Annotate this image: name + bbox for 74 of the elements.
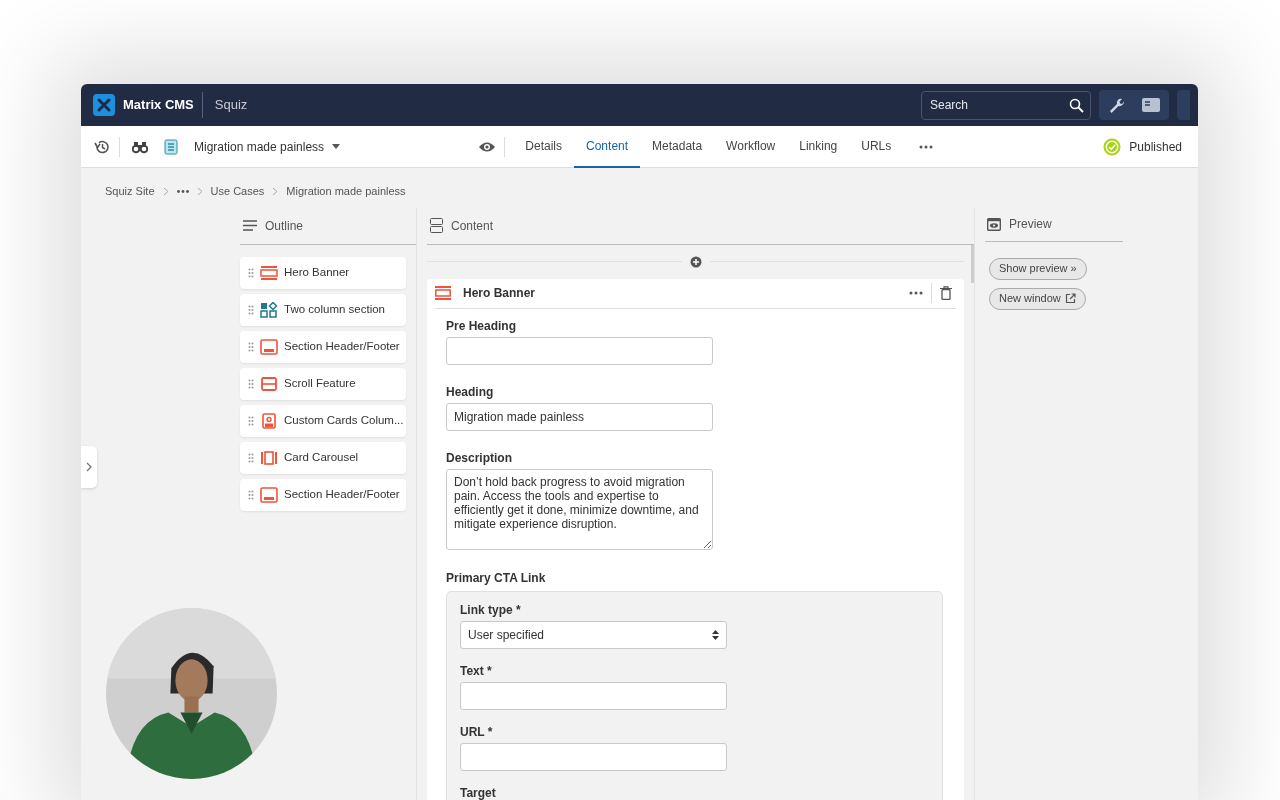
external-link-icon [1064,293,1076,304]
outline-item[interactable]: Card Carousel [240,441,406,474]
outline-item[interactable]: Section Header/Footer [240,478,406,511]
preview-button[interactable]: Show preview » [989,257,1087,280]
layout-icon [430,218,443,233]
chevron-icon [272,186,279,196]
column-title: Preview [1009,216,1052,233]
preview-button[interactable]: New window [989,287,1086,310]
outline-item[interactable]: Hero Banner [240,256,406,289]
preview-icon [987,217,1001,231]
chevron-icon [86,462,92,472]
more-icon[interactable] [176,189,189,193]
block-title: Hero Banner [463,286,536,300]
banner-icon [435,286,451,300]
field-label: Text * [460,663,493,678]
tab[interactable]: Metadata [640,125,715,168]
column-title: Content [451,217,494,235]
select-field[interactable]: User specified [460,620,727,649]
tab[interactable]: Content [574,125,641,168]
binoculars-icon[interactable] [132,139,148,154]
text-area[interactable]: Don’t hold back progress to avoid migration pain. Access the tools and expertise to efficiently get it done, minimize downtime, and mitigate experience disruption. [446,468,713,550]
sort-arrows-icon [712,629,719,640]
add-icon[interactable] [689,255,702,268]
drag-handle-icon[interactable] [248,452,254,463]
column-title: Outline [265,217,304,235]
breadcrumb-link[interactable]: Use Cases [210,183,265,200]
outline-item[interactable]: Section Header/Footer [240,330,406,363]
scrollbar[interactable] [971,244,974,283]
drag-handle-icon[interactable] [248,341,254,352]
logo-icon[interactable] [93,94,115,116]
outline-item[interactable]: Scroll Feature [240,367,406,400]
drag-handle-icon[interactable] [248,415,254,426]
field-label: Link type * [460,602,522,617]
wrench-icon[interactable] [1107,96,1125,114]
panel-toggle[interactable] [81,446,97,488]
breadcrumb-link[interactable]: Migration made painless [286,183,406,200]
drag-handle-icon[interactable] [248,489,254,500]
outline-item[interactable]: Custom Cards Colum... [240,404,406,437]
tab[interactable]: Linking [787,125,850,168]
text-field[interactable] [460,681,727,710]
eye-icon[interactable] [478,140,497,153]
field-label: Pre Heading [446,318,518,333]
panel-icon[interactable] [1141,97,1161,113]
field-label: Target [460,785,497,800]
drag-handle-icon[interactable] [248,267,254,278]
outline-item[interactable]: Two column section [240,293,406,326]
tab[interactable]: Workflow [714,125,788,168]
document-icon [164,138,178,155]
chevron-icon [162,186,169,196]
group-title: Primary CTA Link [446,570,547,585]
check-circle-icon [1103,137,1122,156]
menu-icon [243,220,257,231]
field-label: Description [446,450,513,465]
drag-handle-icon[interactable] [248,304,254,315]
chevron-icon [196,186,203,196]
breadcrumb-link[interactable]: Squiz Site [105,183,155,200]
asset-dropdown[interactable]: Migration made painless [194,137,341,156]
field-label: Heading [446,384,495,399]
text-field[interactable] [460,742,727,771]
drag-handle-icon[interactable] [248,378,254,389]
tab[interactable]: URLs [849,125,904,168]
caret-icon [332,144,341,149]
app-name: Matrix CMS [123,96,194,115]
more-icon[interactable] [909,291,923,295]
text-field[interactable] [446,336,713,365]
text-field[interactable]: Migration made painless [446,402,713,431]
site-name: Squiz [214,96,248,115]
more-icon[interactable] [919,144,934,149]
status-label: Published [1129,138,1182,156]
tab[interactable]: Details [513,125,575,168]
trash-icon[interactable] [940,286,952,300]
field-label: URL * [460,724,494,739]
search-field[interactable]: Search [921,90,1091,120]
search-icon[interactable] [1069,97,1084,113]
